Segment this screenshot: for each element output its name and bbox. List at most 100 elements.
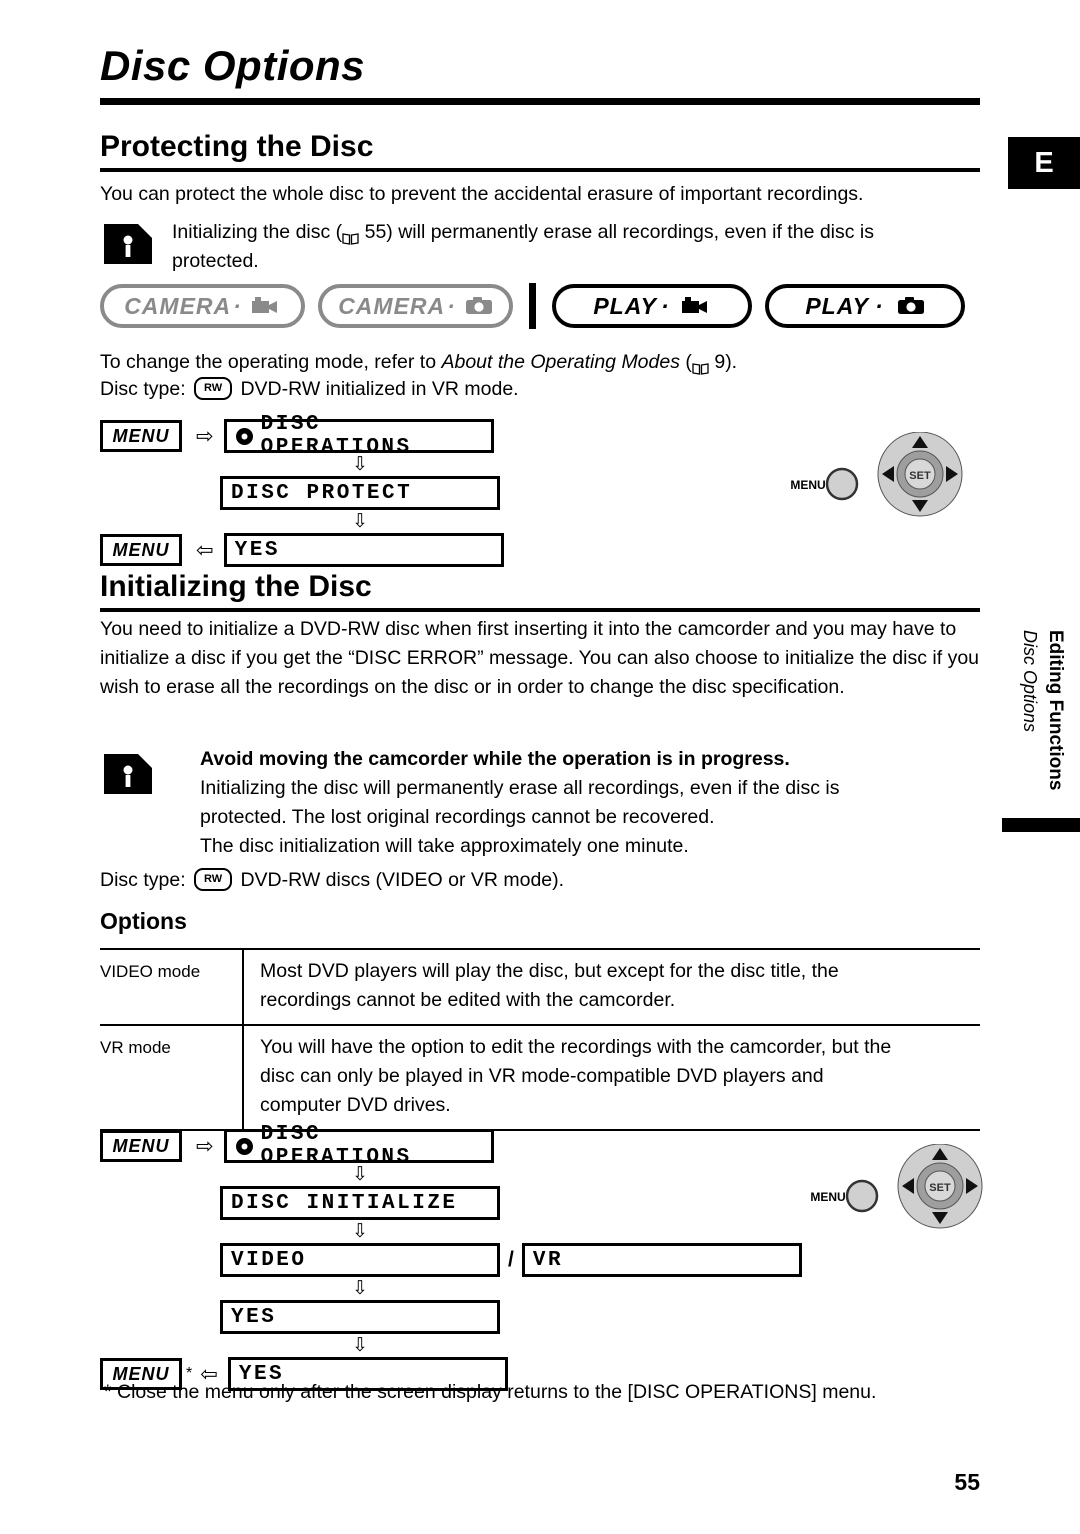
- desc-line-3: computer DVD drives.: [260, 1094, 451, 1116]
- still-camera-icon: [465, 296, 493, 316]
- warning-line-1: Initializing the disc will permanently e…: [200, 777, 840, 799]
- svg-text:MENU: MENU: [810, 1190, 845, 1204]
- warning-text-b: ) will permanently erase all recordings,…: [386, 221, 875, 243]
- option-mode-label: VIDEO mode: [100, 948, 244, 1026]
- mode-camera-movie: CAMERA ·: [100, 284, 305, 328]
- arrow-down-icon: ⇩: [352, 511, 368, 532]
- mode-dot: ·: [447, 292, 456, 319]
- page-title: Disc Options: [100, 42, 366, 89]
- svg-text:SET: SET: [909, 470, 931, 482]
- title-divider: [100, 98, 980, 105]
- arrow-right-icon: ⇨: [196, 1134, 214, 1158]
- arrow-down-icon: ⇩: [352, 1278, 368, 1299]
- disc-type-value: DVD-RW discs (VIDEO or VR mode).: [240, 869, 565, 891]
- book-icon: [692, 355, 709, 376]
- page-number: 55: [954, 1469, 980, 1495]
- protect-intro-text: You can protect the whole disc to preven…: [100, 183, 864, 205]
- operating-modes-row: CAMERA · CAMERA · PLAY · PLAY ·: [100, 283, 965, 329]
- menu-button-chip[interactable]: MENU: [100, 534, 182, 566]
- menu-item-disc-operations[interactable]: DISC OPERATIONS: [223, 1123, 494, 1169]
- arrow-down-icon: ⇩: [352, 1221, 368, 1242]
- table-row: VIDEO mode Most DVD players will play th…: [100, 948, 980, 1026]
- disc-type-value: DVD-RW initialized in VR mode.: [240, 378, 519, 400]
- flow-step-row: DISC INITIALIZE: [220, 1186, 802, 1220]
- desc-line-1: You will have the option to edit the rec…: [260, 1036, 892, 1058]
- dvd-rw-badge: RW: [194, 868, 233, 892]
- still-camera-icon: [897, 296, 925, 316]
- option-mode-label: VR mode: [100, 1024, 244, 1131]
- protect-menu-flow: MENU ⇨ DISC OPERATIONS ⇩ DISC PROTECT ⇩ …: [100, 413, 504, 567]
- movie-camera-icon: [681, 296, 711, 316]
- arrow-left-icon: ⇦: [196, 538, 214, 562]
- options-heading: Options: [100, 908, 187, 934]
- mode-label: PLAY: [805, 292, 869, 319]
- flow-step-row: DISC PROTECT: [220, 476, 504, 510]
- warning-icon: [100, 218, 156, 270]
- footnote-text: * Close the menu only after the screen d…: [104, 1381, 877, 1403]
- desc-line-2: disc can only be played in VR mode-compa…: [260, 1065, 824, 1087]
- side-tab-subsection: Disc Options: [1020, 630, 1040, 733]
- mode-dot: ·: [874, 292, 884, 319]
- flow-step-row: MENU ⇨ DISC OPERATIONS: [100, 1123, 802, 1169]
- desc-line-2: recordings cannot be edited with the cam…: [260, 989, 676, 1011]
- mode-dot: ·: [233, 292, 242, 319]
- protect-warning-text: Initializing the disc ( 55) will permane…: [172, 218, 980, 276]
- option-description: Most DVD players will play the disc, but…: [243, 948, 980, 1026]
- options-table: VIDEO mode Most DVD players will play th…: [100, 948, 980, 1131]
- section-divider-initializing: [100, 608, 980, 612]
- option-description: You will have the option to edit the rec…: [243, 1024, 980, 1131]
- flow-step-row: VIDEO / VR: [220, 1243, 802, 1277]
- mode-note-a: To change the operating mode, refer to: [100, 351, 442, 373]
- arrow-down-icon: ⇩: [352, 1335, 368, 1356]
- disc-type-label: Disc type:: [100, 869, 186, 891]
- disc-type-label: Disc type:: [100, 378, 186, 400]
- initialize-menu-flow: MENU ⇨ DISC OPERATIONS ⇩ DISC INITIALIZE…: [100, 1123, 802, 1391]
- warning-line-3: The disc initialization will take approx…: [200, 835, 689, 857]
- warning-line-2: protected. The lost original recordings …: [200, 806, 715, 828]
- mode-note-page: 9: [714, 351, 726, 373]
- mode-play-still: PLAY ·: [765, 284, 965, 328]
- initialize-disc-type: Disc type: RW DVD-RW discs (VIDEO or VR …: [100, 866, 980, 895]
- mode-camera-still: CAMERA ·: [318, 284, 513, 328]
- mode-label: PLAY: [593, 292, 657, 319]
- table-row: VR mode You will have the option to edit…: [100, 1024, 980, 1131]
- joystick-diagram-protect: SET MENU: [780, 431, 970, 532]
- svg-text:MENU: MENU: [790, 478, 825, 492]
- mode-note-c: ).: [725, 351, 738, 373]
- warning-bold-line: Avoid moving the camcorder while the ope…: [200, 748, 790, 770]
- mode-dot: ·: [660, 292, 670, 319]
- warning-text-a: Initializing the disc (: [172, 221, 343, 243]
- mode-label: CAMERA: [124, 292, 232, 319]
- menu-item-label: DISC OPERATIONS: [260, 1123, 412, 1169]
- flow-step-row: MENU ⇨ DISC OPERATIONS: [100, 413, 504, 459]
- movie-camera-icon: [251, 296, 281, 316]
- menu-item-vr[interactable]: VR: [521, 1243, 802, 1277]
- menu-item-disc-operations[interactable]: DISC OPERATIONS: [223, 413, 494, 459]
- menu-item-yes[interactable]: YES: [220, 1300, 500, 1334]
- joystick-diagram-initialize: SET MENU: [800, 1143, 990, 1244]
- warning-page-ref: 55: [364, 221, 387, 243]
- section-divider-protecting: [100, 168, 980, 172]
- book-icon: [342, 225, 359, 246]
- protect-disc-type: Disc type: RW DVD-RW initialized in VR m…: [100, 375, 980, 404]
- mode-label: CAMERA: [338, 292, 446, 319]
- language-tab: E: [1008, 137, 1080, 189]
- section-heading-initializing: Initializing the Disc: [100, 570, 372, 603]
- mode-separator: [529, 283, 536, 329]
- menu-item-label: DISC OPERATIONS: [260, 413, 412, 459]
- menu-button-chip[interactable]: MENU: [100, 420, 182, 452]
- menu-item-video[interactable]: VIDEO: [220, 1243, 500, 1277]
- option-separator: /: [508, 1248, 514, 1271]
- menu-item-disc-protect[interactable]: DISC PROTECT: [220, 476, 500, 510]
- manual-page: Disc Options E Protecting the Disc You c…: [0, 0, 1080, 1534]
- initialize-warning-block: Avoid moving the camcorder while the ope…: [200, 745, 990, 861]
- warning-text-line2: protected.: [172, 250, 259, 272]
- flow-step-row: MENU ⇦ YES: [100, 533, 504, 567]
- menu-item-yes[interactable]: YES: [223, 533, 504, 567]
- dvd-rw-badge: RW: [194, 377, 233, 401]
- menu-button-chip[interactable]: MENU: [100, 1130, 182, 1162]
- operating-mode-note: To change the operating mode, refer to A…: [100, 348, 980, 377]
- arrow-right-icon: ⇨: [196, 424, 214, 448]
- desc-line-1: Most DVD players will play the disc, but…: [260, 960, 839, 982]
- menu-item-disc-initialize[interactable]: DISC INITIALIZE: [220, 1186, 500, 1220]
